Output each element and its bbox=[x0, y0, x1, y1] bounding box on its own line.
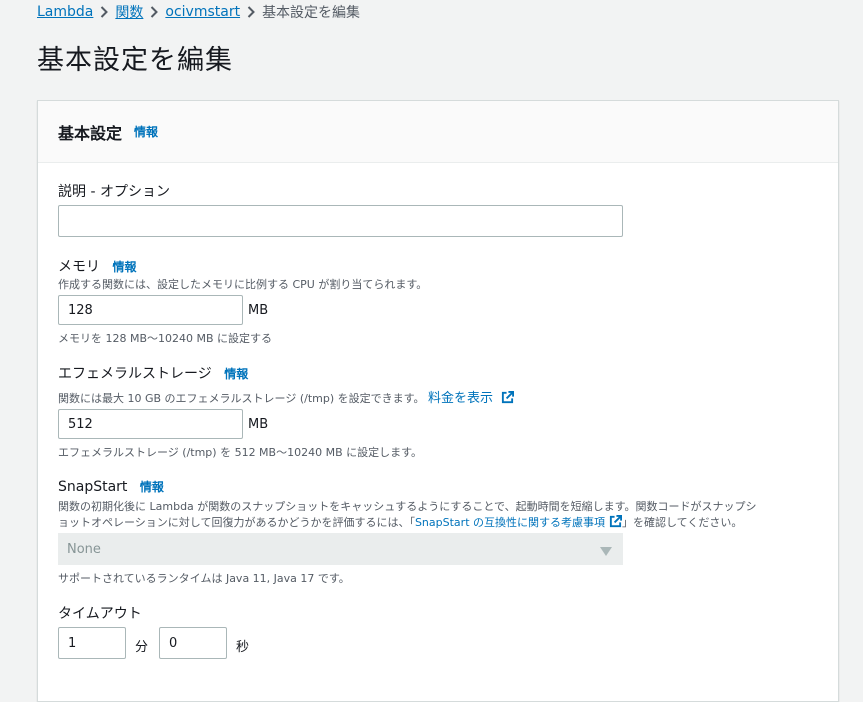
ephemeral-unit: MB bbox=[248, 417, 269, 432]
breadcrumb: Lambda 関数 ocivmstart 基本設定を編集 bbox=[37, 2, 360, 22]
pricing-link[interactable]: 料金を表示 bbox=[428, 391, 515, 408]
memory-unit: MB bbox=[248, 303, 269, 318]
snapstart-considerations-link-label: SnapStart の互換性に関する考慮事項 bbox=[414, 516, 605, 529]
memory-input[interactable]: 128 bbox=[58, 295, 243, 325]
memory-help: 作成する関数には、設定したメモリに比例する CPU が割り当てられます。 bbox=[58, 278, 428, 291]
timeout-seconds-unit: 秒 bbox=[236, 640, 250, 655]
ephemeral-help-row: 関数には最大 10 GB のエフェメラルストレージ (/tmp) を設定できます… bbox=[58, 387, 515, 408]
timeout-seconds-input[interactable]: 0 bbox=[159, 627, 227, 659]
memory-label-row: メモリ 情報 bbox=[58, 256, 136, 276]
page-title: 基本設定を編集 bbox=[37, 45, 233, 76]
panel-info-link[interactable]: 情報 bbox=[134, 123, 158, 140]
memory-label: メモリ bbox=[58, 259, 100, 275]
ephemeral-help: 関数には最大 10 GB のエフェメラルストレージ (/tmp) を設定できます… bbox=[58, 392, 425, 405]
memory-constraint: メモリを 128 MB〜10240 MB に設定する bbox=[58, 332, 273, 345]
snapstart-selected: None bbox=[67, 541, 101, 557]
ephemeral-label-row: エフェメラルストレージ 情報 bbox=[58, 363, 248, 383]
breadcrumb-lambda[interactable]: Lambda bbox=[37, 4, 93, 20]
snapstart-help-suffix: 」を確認してください。 bbox=[622, 516, 743, 529]
timeout-label: タイムアウト bbox=[58, 606, 142, 622]
memory-info-link[interactable]: 情報 bbox=[112, 260, 136, 274]
external-link-icon bbox=[609, 515, 622, 531]
snapstart-help-prefix: ョットオペレーションに対して回復力があるかどうかを評価するには、「 bbox=[58, 516, 415, 529]
chevron-right-icon bbox=[93, 6, 115, 18]
ephemeral-input[interactable]: 512 bbox=[58, 409, 243, 439]
pricing-link-label: 料金を表示 bbox=[428, 391, 494, 406]
timeout-minutes-unit: 分 bbox=[135, 640, 149, 655]
snapstart-label: SnapStart bbox=[58, 479, 128, 495]
snapstart-info-link[interactable]: 情報 bbox=[140, 480, 164, 494]
snapstart-considerations-link[interactable]: SnapStart の互換性に関する考慮事項 bbox=[414, 515, 622, 531]
snapstart-runtime-note: サポートされているランタイムは Java 11, Java 17 です。 bbox=[58, 572, 350, 585]
panel-header: 基本設定 情報 bbox=[38, 101, 838, 163]
panel-title: 基本設定 bbox=[58, 123, 123, 143]
ephemeral-info-link[interactable]: 情報 bbox=[224, 367, 248, 381]
caret-down-icon bbox=[600, 545, 612, 560]
snapstart-help-line1: 関数の初期化後に Lambda が関数のスナップショットをキャッシュするようにす… bbox=[58, 500, 757, 513]
snapstart-select: None bbox=[58, 533, 623, 565]
ephemeral-constraint: エフェメラルストレージ (/tmp) を 512 MB〜10240 MB に設定… bbox=[58, 446, 423, 459]
breadcrumb-current: 基本設定を編集 bbox=[262, 5, 361, 21]
chevron-right-icon bbox=[143, 6, 165, 18]
chevron-right-icon bbox=[240, 6, 262, 18]
snapstart-label-row: SnapStart 情報 bbox=[58, 478, 164, 495]
external-link-icon bbox=[501, 391, 515, 408]
basic-settings-panel: 基本設定 情報 説明 - オプション メモリ 情報 作成する関数には、設定したメ… bbox=[37, 100, 839, 702]
breadcrumb-function-name[interactable]: ocivmstart bbox=[165, 4, 240, 20]
description-label: 説明 - オプション bbox=[58, 184, 170, 200]
description-input[interactable] bbox=[58, 205, 623, 237]
timeout-minutes-input[interactable]: 1 bbox=[58, 627, 126, 659]
snapstart-help-line2: ョットオペレーションに対して回復力があるかどうかを評価するには、「SnapSta… bbox=[58, 514, 742, 531]
breadcrumb-functions[interactable]: 関数 bbox=[115, 2, 143, 22]
ephemeral-label: エフェメラルストレージ bbox=[58, 366, 212, 382]
